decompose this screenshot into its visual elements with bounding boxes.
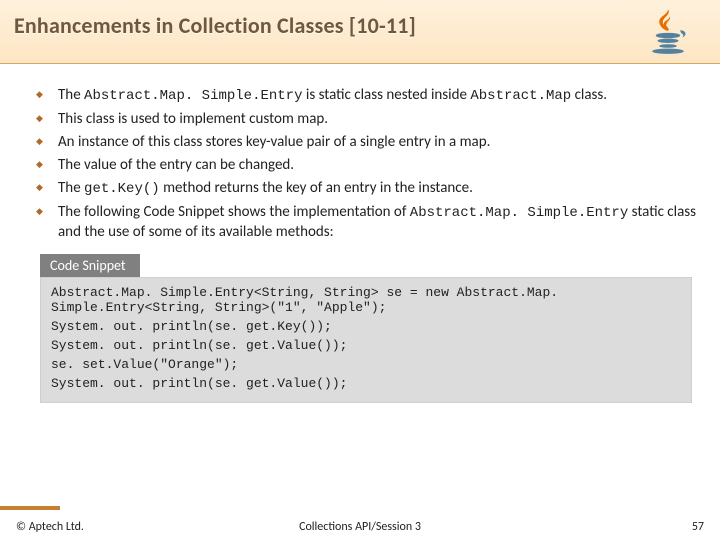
code-line: se. set.Value("Orange");: [51, 358, 681, 373]
list-item: An instance of this class stores key-val…: [34, 133, 698, 152]
bullet-list: The Abstract.Map. Simple.Entry is static…: [34, 86, 698, 242]
slide-body: The Abstract.Map. Simple.Entry is static…: [0, 64, 720, 407]
slide-footer: © Aptech Ltd. Collections API/Session 3 …: [0, 512, 720, 534]
code-snippet-label: Code Snippet: [40, 254, 140, 277]
code-line: Abstract.Map. Simple.Entry<String, Strin…: [51, 286, 681, 316]
java-logo-icon: [640, 4, 696, 60]
list-item: The get.Key() method returns the key of …: [34, 179, 698, 199]
slide-header: Enhancements in Collection Classes [10-1…: [0, 0, 720, 64]
list-item: This class is used to implement custom m…: [34, 110, 698, 129]
list-item: The value of the entry can be changed.: [34, 156, 698, 175]
list-item: The Abstract.Map. Simple.Entry is static…: [34, 86, 698, 106]
code-line: System. out. println(se. get.Value());: [51, 377, 681, 392]
code-line: System. out. println(se. get.Value());: [51, 339, 681, 354]
code-line: System. out. println(se. get.Key());: [51, 320, 681, 335]
slide-title: Enhancements in Collection Classes [10-1…: [14, 12, 706, 39]
code-snippet-box: Abstract.Map. Simple.Entry<String, Strin…: [40, 277, 692, 403]
session-label: Collections API/Session 3: [0, 520, 720, 534]
footer-accent-bar: [0, 506, 60, 510]
list-item: The following Code Snippet shows the imp…: [34, 203, 698, 242]
page-number: 57: [692, 520, 704, 534]
